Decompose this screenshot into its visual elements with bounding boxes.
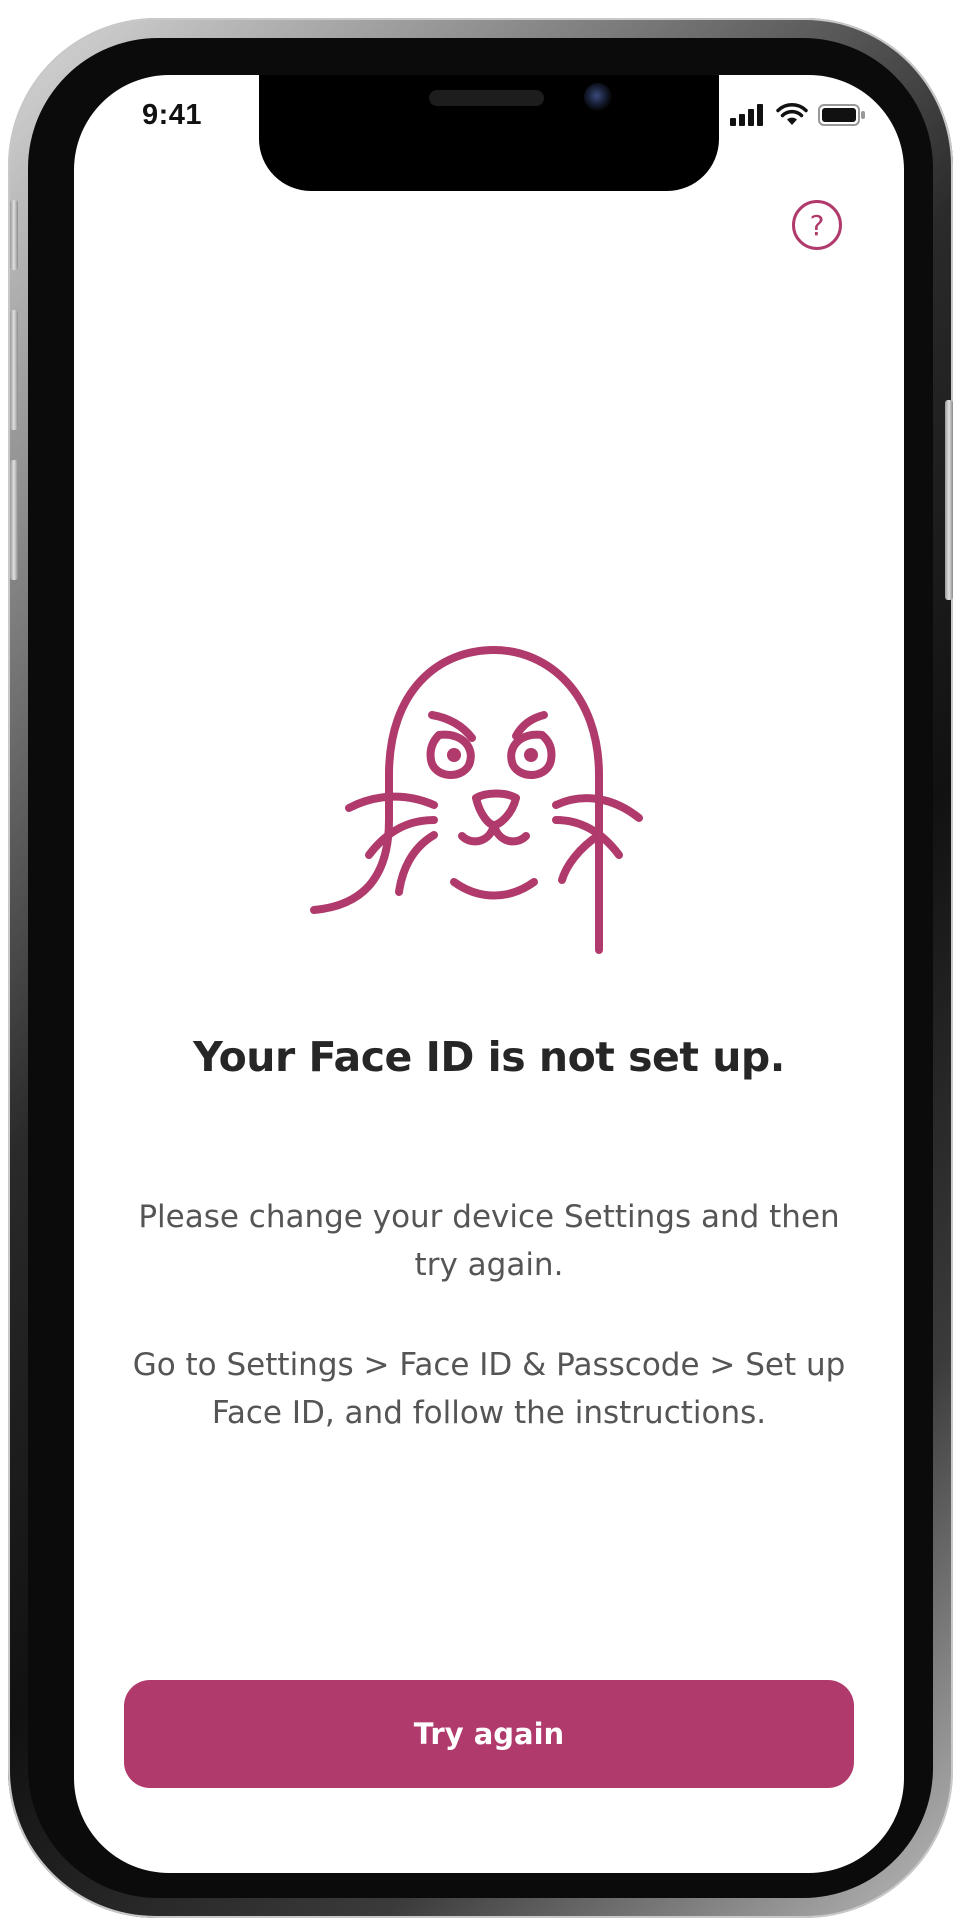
side-button-left-top [10, 200, 18, 270]
wifi-icon [776, 103, 808, 125]
setup-instructions: Go to Settings > Face ID & Passcode > Se… [132, 1347, 846, 1431]
cellular-signal-icon [730, 104, 763, 126]
phone-screen: 9:41 ? Your Face ID is not set up. Pleas… [74, 75, 904, 1873]
try-again-button[interactable]: Try again [124, 1680, 854, 1788]
status-icons [730, 103, 866, 127]
side-button-left-low [10, 460, 18, 580]
page-title: Your Face ID is not set up. [193, 1033, 785, 1081]
speaker-grille [429, 90, 544, 106]
battery-icon [818, 104, 865, 126]
side-button-left-mid [10, 310, 18, 430]
sad-seal-illustration [310, 646, 643, 954]
notch [259, 75, 719, 191]
front-camera [584, 83, 612, 111]
help-question-icon: ? [809, 208, 825, 242]
help-button[interactable]: ? [792, 200, 842, 250]
page: 9:41 ? Your Face ID is not set up. Pleas… [0, 0, 955, 1919]
error-message: Please change your device Settings and t… [138, 1199, 840, 1283]
side-button-right [945, 400, 953, 600]
status-time: 9:41 [142, 99, 203, 131]
